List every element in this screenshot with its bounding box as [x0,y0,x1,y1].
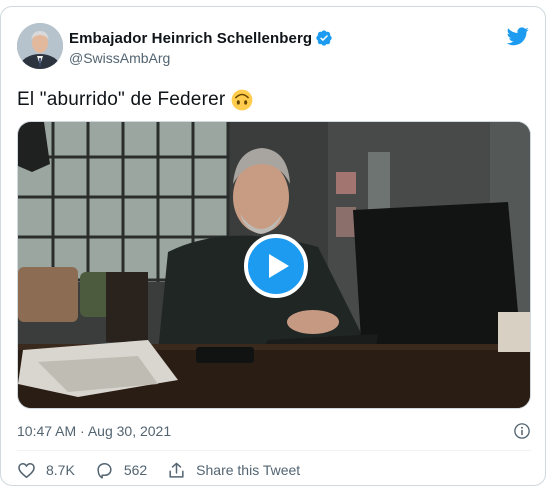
tweet-card[interactable]: Embajador Heinrich Schellenberg @SwissAm… [0,6,546,486]
avatar[interactable] [17,23,63,69]
info-icon[interactable] [513,422,531,440]
share-label: Share this Tweet [196,462,301,478]
video-player[interactable] [17,121,531,409]
tweet-header: Embajador Heinrich Schellenberg @SwissAm… [17,23,531,71]
verified-badge-icon [316,30,332,46]
author-handle[interactable]: @SwissAmbArg [69,50,333,66]
reply-icon [97,462,112,479]
reply-button[interactable]: 562 [95,461,147,480]
divider [17,450,531,451]
tweet-text-content: El "aburrido" de Federer [17,89,226,110]
action-bar: 8.7K 562 Share this Tweet [17,459,320,481]
tweet-text: El "aburrido" de Federer [17,89,253,111]
tweet-meta: 10:47 AM · Aug 30, 2021 [17,421,531,441]
play-button[interactable] [244,234,308,298]
like-button[interactable]: 8.7K [17,461,75,480]
timestamp[interactable]: 10:47 AM · Aug 30, 2021 [17,423,171,439]
upside-down-face-emoji [232,89,253,111]
like-count: 8.7K [46,462,75,478]
reply-count: 562 [123,462,148,478]
twitter-bird-icon[interactable] [505,25,531,47]
heart-icon [18,462,35,478]
share-icon [169,462,184,478]
author-display-name[interactable]: Embajador Heinrich Schellenberg [69,30,312,47]
play-icon [269,254,289,278]
share-button[interactable]: Share this Tweet [167,461,300,480]
